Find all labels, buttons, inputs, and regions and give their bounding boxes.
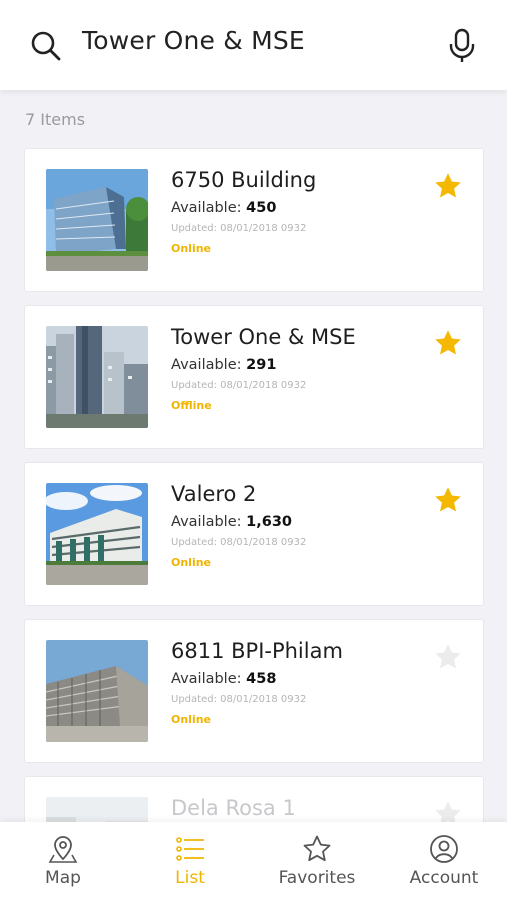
search-icon[interactable]: [30, 30, 62, 62]
building-thumbnail: [46, 326, 148, 428]
status-badge: Online: [171, 556, 212, 569]
favorite-star-icon[interactable]: [433, 642, 463, 672]
search-bar[interactable]: Tower One & MSE: [0, 0, 507, 90]
user-circle-icon: [430, 835, 458, 863]
favorite-star-icon[interactable]: [433, 171, 463, 201]
building-name: Tower One & MSE: [171, 325, 356, 349]
tab-label: Map: [45, 868, 81, 888]
building-name: 6811 BPI-Philam: [171, 639, 343, 663]
tab-list[interactable]: List: [127, 822, 253, 900]
status-badge: Online: [171, 713, 212, 726]
building-thumbnail: [46, 169, 148, 271]
availability: Available: 291: [171, 357, 277, 373]
status-badge: Online: [171, 242, 212, 255]
building-name: Valero 2: [171, 482, 257, 506]
availability: Available: 450: [171, 200, 277, 216]
microphone-icon[interactable]: [448, 28, 476, 64]
building-name: Dela Rosa 1: [171, 796, 296, 820]
favorite-star-icon[interactable]: [433, 328, 463, 358]
availability: Available: 458: [171, 671, 277, 687]
favorite-star-icon[interactable]: [433, 485, 463, 515]
tab-label: Favorites: [278, 868, 356, 888]
tab-label: List: [175, 868, 205, 888]
list-item[interactable]: 6811 BPI-Philam Available: 458 Updated: …: [24, 619, 484, 763]
tab-map[interactable]: Map: [0, 822, 126, 900]
list-item[interactable]: 6750 Building Available: 450 Updated: 08…: [24, 148, 484, 292]
availability: Available: 1,630: [171, 514, 293, 530]
list-item[interactable]: Valero 2 Available: 1,630 Updated: 08/01…: [24, 462, 484, 606]
updated-timestamp: Updated: 08/01/2018 0932: [171, 380, 307, 391]
bottom-tab-bar: Map List Favorites Account: [0, 822, 507, 900]
tab-label: Account: [409, 868, 479, 888]
building-thumbnail: [46, 483, 148, 585]
search-input[interactable]: Tower One & MSE: [82, 26, 305, 55]
building-name: 6750 Building: [171, 168, 317, 192]
tab-account[interactable]: Account: [381, 822, 507, 900]
map-pin-icon: [48, 836, 78, 863]
list-icon: [176, 837, 204, 861]
star-outline-icon: [303, 835, 331, 862]
updated-timestamp: Updated: 08/01/2018 0932: [171, 694, 307, 705]
list-item[interactable]: Tower One & MSE Available: 291 Updated: …: [24, 305, 484, 449]
item-count: 7 Items: [25, 110, 86, 129]
building-thumbnail: [46, 640, 148, 742]
updated-timestamp: Updated: 08/01/2018 0932: [171, 223, 307, 234]
status-badge: Offline: [171, 399, 212, 412]
tab-favorites[interactable]: Favorites: [254, 822, 380, 900]
updated-timestamp: Updated: 08/01/2018 0932: [171, 537, 307, 548]
